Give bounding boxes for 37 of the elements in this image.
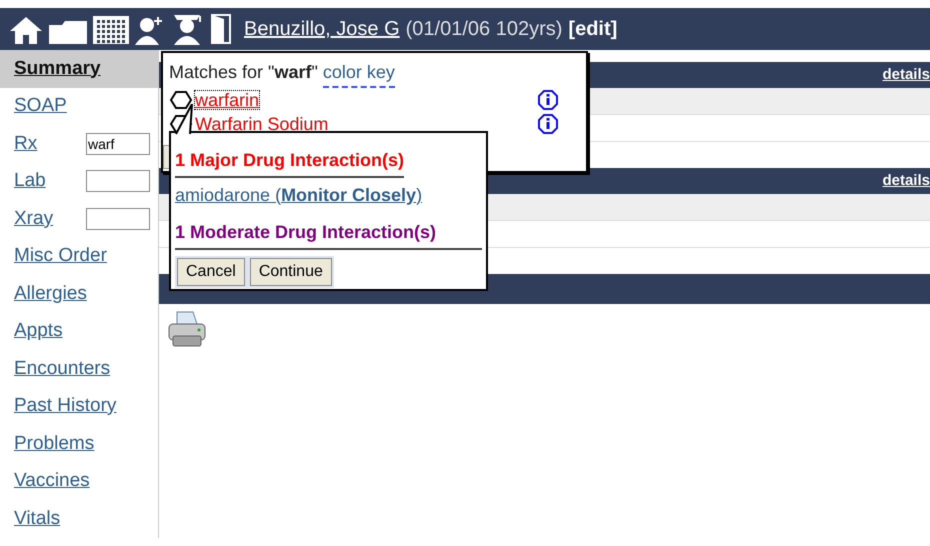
home-icon[interactable] bbox=[8, 15, 44, 45]
sidebar-link[interactable]: Vaccines bbox=[14, 467, 90, 496]
info-icon[interactable] bbox=[538, 114, 558, 134]
info-icon[interactable] bbox=[538, 90, 558, 110]
drug-match-link[interactable]: warfarin bbox=[195, 91, 260, 109]
calendar-icon[interactable] bbox=[92, 15, 130, 45]
sidebar-link[interactable]: Vitals bbox=[14, 504, 60, 533]
order-input[interactable] bbox=[86, 208, 150, 230]
radio-octagon-icon[interactable] bbox=[169, 90, 193, 110]
color-key-link[interactable]: color key bbox=[322, 59, 395, 88]
details-link[interactable]: details bbox=[882, 64, 930, 86]
sidebar-link[interactable]: SOAP bbox=[14, 92, 67, 120]
sidebar-link[interactable]: Rx bbox=[14, 130, 38, 158]
order-input[interactable]: warf bbox=[86, 132, 150, 155]
dialog-button[interactable]: Cancel bbox=[177, 258, 245, 286]
printer-icon[interactable] bbox=[167, 310, 207, 348]
major-interaction-heading: 1 Major Drug Interaction(s) bbox=[175, 147, 404, 178]
door-icon[interactable] bbox=[210, 13, 232, 45]
sidebar-link[interactable]: Allergies bbox=[14, 280, 87, 308]
sidebar-link[interactable]: Xray bbox=[14, 204, 54, 233]
sidebar-link[interactable]: Misc Order bbox=[14, 242, 107, 270]
patient-name-link[interactable]: Benuzillo, Jose G bbox=[244, 14, 400, 44]
matches-label: Matches for "warf" bbox=[169, 61, 318, 84]
folder-icon[interactable] bbox=[48, 19, 88, 45]
details-link[interactable]: details bbox=[882, 170, 930, 192]
sidebar-link[interactable]: Problems bbox=[14, 430, 94, 458]
patient-info: (01/01/06 102yrs) bbox=[406, 17, 562, 42]
edit-link[interactable]: [edit] bbox=[568, 14, 618, 44]
interaction-drug-link[interactable]: amiodarone (Monitor Closely) bbox=[175, 182, 422, 209]
sidebar-link[interactable]: Encounters bbox=[14, 354, 110, 383]
order-input[interactable] bbox=[86, 170, 150, 192]
sidebar-link[interactable]: Appts bbox=[14, 317, 63, 346]
moderate-interaction-heading: 1 Moderate Drug Interaction(s) bbox=[175, 219, 482, 250]
dialog-button[interactable]: Continue bbox=[250, 258, 332, 286]
sidebar-link[interactable]: Past History bbox=[14, 392, 116, 420]
sidebar-link[interactable]: Lab bbox=[14, 167, 46, 196]
drug-match-link[interactable]: Warfarin Sodium bbox=[195, 115, 328, 133]
